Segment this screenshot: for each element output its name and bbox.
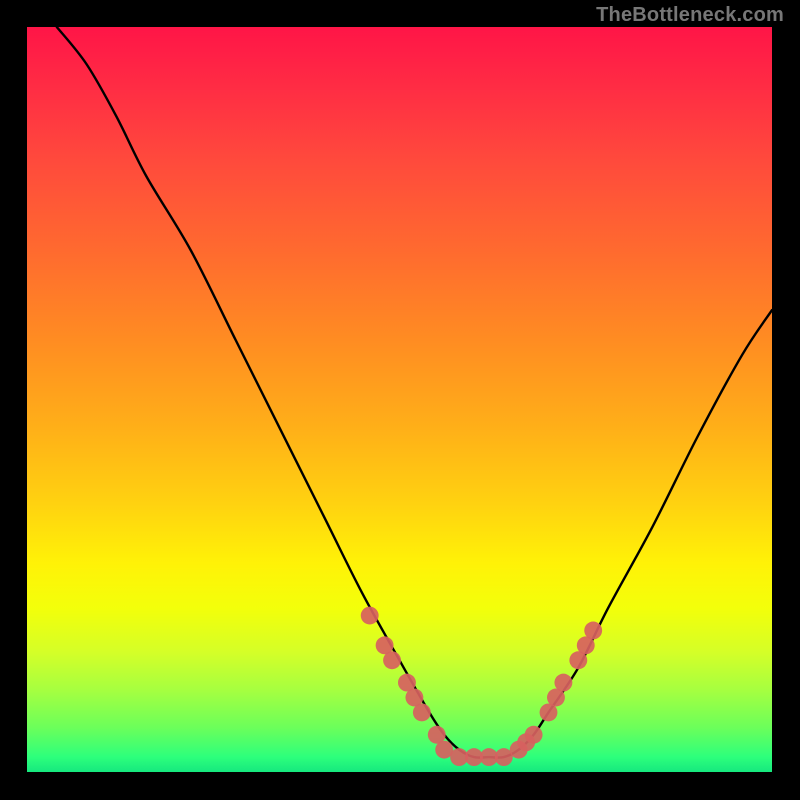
chart-stage: TheBottleneck.com xyxy=(0,0,800,800)
watermark-text: TheBottleneck.com xyxy=(596,4,784,27)
plot-background xyxy=(27,27,772,772)
